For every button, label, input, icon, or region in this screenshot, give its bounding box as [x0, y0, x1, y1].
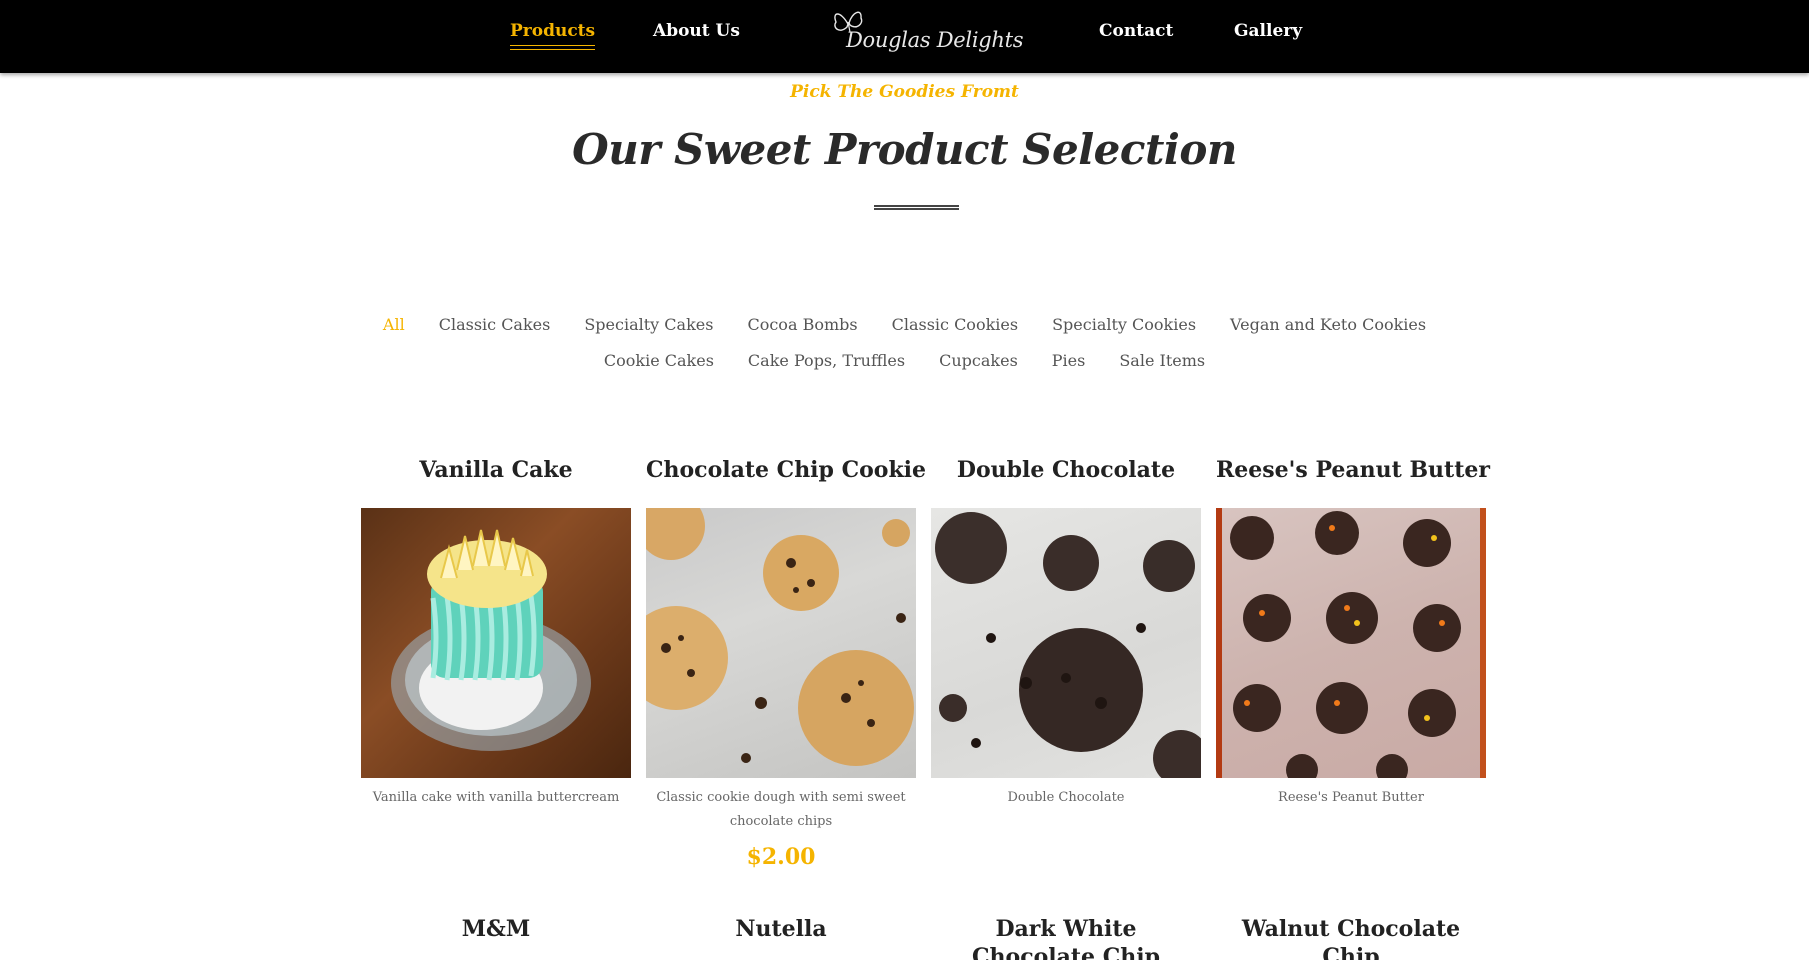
filter-classic-cakes[interactable]: Classic Cakes: [422, 312, 568, 337]
nav-about-link[interactable]: About Us: [653, 21, 740, 41]
logo-text: Douglas Delights: [846, 28, 1024, 52]
product-description: Classic cookie dough with semi sweet cho…: [656, 790, 906, 829]
product-card[interactable]: Vanilla Cake Vanilla cake with vanilla b…: [361, 450, 631, 870]
product-title[interactable]: Double Chocolate: [931, 450, 1201, 508]
filter-row-2: Cookie Cakes Cake Pops, Truffles Cupcake…: [0, 348, 1809, 373]
product-card[interactable]: Chocolate Chip Cookie Classic cookie dou…: [646, 450, 926, 870]
product-title[interactable]: Dark White Chocolate Chip: [931, 915, 1201, 960]
vanilla-cake-illustration: [391, 529, 591, 751]
section-kicker: Pick The Goodies Fromt: [790, 82, 1019, 102]
product-description: Vanilla cake with vanilla buttercream: [372, 790, 620, 805]
filter-cake-pops-truffles[interactable]: Cake Pops, Truffles: [731, 348, 922, 373]
product-title[interactable]: Walnut Chocolate Chip: [1216, 915, 1486, 960]
product-grid-row-2: M&M Nutella Dark White Chocolate Chip Wa…: [361, 915, 1489, 960]
filter-sale-items[interactable]: Sale Items: [1102, 348, 1222, 373]
filter-cupcakes[interactable]: Cupcakes: [922, 348, 1035, 373]
nav-products-link[interactable]: Products: [510, 21, 596, 50]
product-card[interactable]: M&M: [361, 915, 631, 960]
product-grid: Vanilla Cake Vanilla cake with vanilla b…: [361, 450, 1490, 870]
double-chocolate-cookie-illustration: [935, 512, 1201, 778]
product-title[interactable]: Nutella: [646, 915, 916, 943]
product-card[interactable]: Dark White Chocolate Chip: [931, 915, 1201, 960]
product-title[interactable]: Chocolate Chip Cookie: [646, 450, 926, 508]
site-logo[interactable]: Douglas Delights: [826, 4, 1024, 66]
product-title[interactable]: Vanilla Cake: [361, 450, 631, 508]
filter-classic-cookies[interactable]: Classic Cookies: [875, 312, 1035, 337]
product-price: $2.00: [746, 844, 816, 870]
page-title: Our Sweet Product Selection: [572, 125, 1237, 174]
nav-gallery-link[interactable]: Gallery: [1234, 21, 1302, 41]
filter-specialty-cookies[interactable]: Specialty Cookies: [1035, 312, 1213, 337]
reeses-cookie-illustration: [1230, 511, 1461, 778]
filter-pies[interactable]: Pies: [1035, 348, 1103, 373]
nav-contact-link[interactable]: Contact: [1099, 21, 1173, 41]
product-card[interactable]: Walnut Chocolate Chip: [1216, 915, 1486, 960]
filter-all[interactable]: All: [366, 312, 422, 337]
filter-specialty-cakes[interactable]: Specialty Cakes: [567, 312, 730, 337]
category-filters: All Classic Cakes Specialty Cakes Cocoa …: [0, 312, 1809, 384]
product-title[interactable]: M&M: [361, 915, 631, 943]
product-image-chocolate-chip-cookie[interactable]: [646, 508, 916, 778]
product-card[interactable]: Reese's Peanut Butter Reese's Peanut But…: [1216, 450, 1490, 870]
product-description: Double Chocolate: [1007, 790, 1125, 805]
product-card[interactable]: Nutella: [646, 915, 916, 960]
product-title[interactable]: Reese's Peanut Butter: [1216, 450, 1490, 508]
filter-vegan-keto-cookies[interactable]: Vegan and Keto Cookies: [1213, 312, 1443, 337]
title-divider: [874, 205, 959, 210]
top-navigation-bar: Products About Us Douglas Delights Conta…: [0, 0, 1809, 73]
product-image-vanilla-cake[interactable]: [361, 508, 631, 778]
filter-cookie-cakes[interactable]: Cookie Cakes: [587, 348, 731, 373]
product-image-double-chocolate[interactable]: [931, 508, 1201, 778]
product-card[interactable]: Double Chocolate Double Chocolate: [931, 450, 1201, 870]
chocolate-chip-cookie-illustration: [646, 508, 914, 766]
filter-cocoa-bombs[interactable]: Cocoa Bombs: [730, 312, 874, 337]
product-image-reeses-peanut-butter[interactable]: [1216, 508, 1486, 778]
filter-row-1: All Classic Cakes Specialty Cakes Cocoa …: [0, 312, 1809, 337]
product-description: Reese's Peanut Butter: [1278, 790, 1424, 805]
